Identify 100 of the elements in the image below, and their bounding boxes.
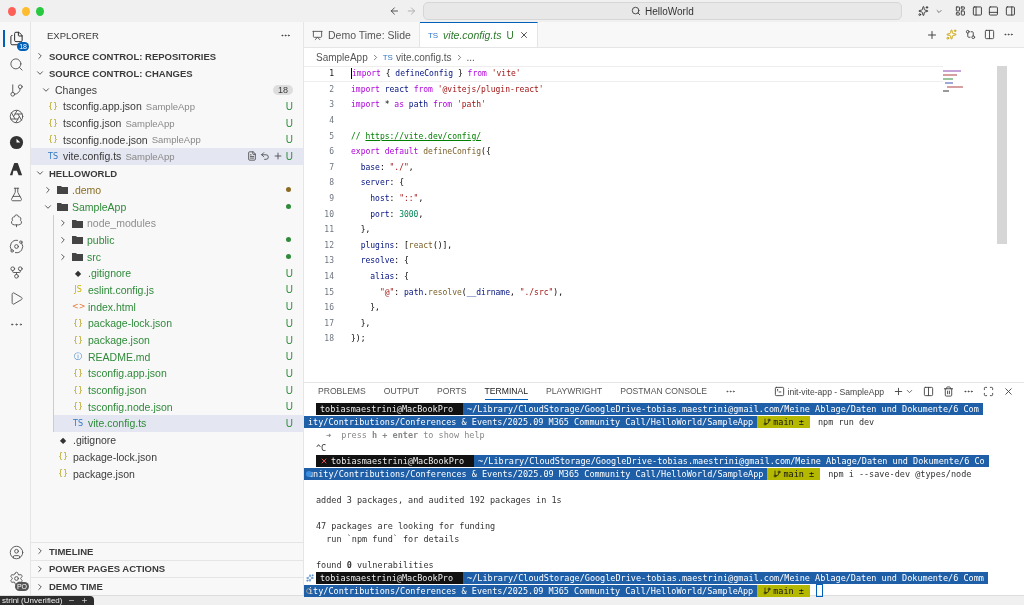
file-item[interactable]: <> index.html U	[54, 298, 303, 315]
chevron-right-icon	[58, 251, 68, 262]
git-status: U	[285, 351, 293, 363]
file-item[interactable]: ◆ .gitignore	[31, 431, 303, 449]
orbit-icon	[8, 239, 24, 254]
flask-icon	[8, 187, 24, 202]
folder-item[interactable]: .demo	[31, 181, 303, 199]
stage-icon[interactable]	[272, 151, 283, 162]
file-item[interactable]: {} tsconfig.node.json U	[54, 398, 303, 416]
close-window-button[interactable]	[8, 6, 17, 16]
change-item[interactable]: TS vite.config.ts SampleApp U	[31, 148, 303, 165]
file-name: tsconfig.node.json	[63, 133, 148, 146]
line-number: 8	[328, 178, 334, 188]
file-type-icon: TS	[427, 30, 439, 40]
folder-item[interactable]: src	[54, 248, 303, 265]
section-header[interactable]: DEMO TIME	[31, 578, 303, 595]
search-icon	[8, 57, 24, 72]
open-file-icon[interactable]	[246, 151, 257, 162]
compare-icon[interactable]	[965, 29, 976, 40]
branch-name: main ±	[773, 585, 804, 596]
chevron-down-icon[interactable]	[905, 387, 914, 396]
split-editor-icon[interactable]	[984, 29, 995, 40]
section-title: DEMO TIME	[49, 581, 103, 593]
panel-tab[interactable]: POSTMAN CONSOLE	[620, 383, 708, 400]
file-type-icon: {}	[47, 118, 59, 128]
close-icon[interactable]	[518, 30, 529, 40]
file-name: .demo	[72, 183, 102, 196]
section-header[interactable]: SOURCE CONTROL: CHANGES	[31, 64, 303, 82]
branch-name: main ±	[773, 416, 804, 427]
chevron-right-icon	[35, 581, 45, 592]
file-item[interactable]: {} package-lock.json U	[54, 315, 303, 332]
discard-icon[interactable]	[259, 151, 270, 162]
file-name: package.json	[88, 334, 150, 347]
folder-icon	[57, 185, 68, 195]
panel-right-icon[interactable]	[1005, 5, 1016, 17]
folder-item[interactable]: SampleApp	[31, 198, 303, 215]
file-type-icon: {}	[72, 318, 84, 328]
layout-icon[interactable]	[954, 5, 966, 17]
breadcrumb-item[interactable]: vite.config.ts	[395, 51, 452, 63]
file-item[interactable]: {} tsconfig.app.json U	[54, 365, 303, 382]
plus-icon[interactable]	[81, 597, 89, 604]
chevron-right-icon	[43, 184, 53, 195]
search-field[interactable]: HelloWorld	[422, 2, 902, 20]
prompt-path: ~/Library/CloudStorage/GoogleDrive-tobias.maestrini@gmail.com/Meine Ablage/Daten und Dokumente/6 Com	[463, 402, 983, 415]
dial-icon	[8, 135, 24, 150]
terminal-name[interactable]: init-vite-app - SampleApp	[787, 386, 884, 397]
section-header[interactable]: TIMELINE	[31, 542, 303, 560]
breadcrumb-item[interactable]: SampleApp	[316, 51, 368, 63]
change-item[interactable]: {} tsconfig.json SampleApp U	[31, 114, 303, 132]
scrollbar-thumb[interactable]	[997, 66, 1007, 244]
maximize-icon[interactable]	[983, 386, 994, 397]
terminal-command: npm i --save-dev @types/node	[828, 468, 972, 479]
file-item[interactable]: {} package.json U	[54, 331, 303, 349]
editor-tab[interactable]: TS vite.config.ts U	[419, 22, 538, 47]
change-item[interactable]: {} tsconfig.node.json SampleApp U	[31, 131, 303, 149]
file-type-icon: {}	[47, 101, 59, 111]
file-item[interactable]: ◆ .gitignore U	[54, 264, 303, 282]
file-item[interactable]: {} tsconfig.json U	[54, 381, 303, 399]
section-header[interactable]: SOURCE CONTROL: REPOSITORIES	[31, 48, 303, 65]
close-icon[interactable]	[1003, 386, 1014, 397]
back-icon[interactable]	[389, 5, 401, 17]
code-text: // https://vite.dev/config/	[351, 131, 482, 141]
plus-icon[interactable]	[893, 386, 904, 397]
chevron-right-icon	[58, 218, 68, 229]
breadcrumb-item[interactable]: ...	[466, 51, 475, 63]
panel-tab[interactable]: PLAYWRIGHT	[546, 383, 603, 400]
file-item[interactable]: {} package.json	[31, 465, 303, 482]
file-item[interactable]: TS vite.config.ts U	[54, 415, 303, 432]
sparkle-icon[interactable]	[917, 5, 929, 17]
prompt-path: ity/Contributions/Conferences & Events/2025.09 M365 Community Call/HelloWorld/SampleApp	[304, 415, 758, 428]
code-text: },	[369, 303, 380, 313]
trash-icon[interactable]	[943, 386, 954, 397]
section-header[interactable]: HELLOWORLD	[31, 164, 303, 182]
changes-group[interactable]: Changes 18	[31, 81, 303, 99]
terminal-hint: ➜ press h + enter to show help	[326, 429, 485, 440]
file-item[interactable]: {} package-lock.json	[31, 448, 303, 466]
section-header[interactable]: POWER PAGES ACTIONS	[31, 560, 303, 578]
editor-tab[interactable]: Demo Time: Slide	[304, 22, 420, 47]
code-text: "@": path.resolve(__dirname, "./src"),	[378, 287, 563, 297]
file-type-icon: TS	[382, 52, 393, 62]
git-status: U	[285, 384, 293, 396]
source-control-icon	[8, 83, 24, 98]
code-text: import * as path from 'path'	[351, 100, 486, 110]
panel-tab[interactable]: PORTS	[437, 383, 467, 400]
sidebar-title: EXPLORER	[47, 29, 99, 41]
file-item[interactable]: JS eslint.config.js U	[54, 281, 303, 299]
chevron-right-icon	[35, 563, 45, 574]
change-item[interactable]: {} tsconfig.app.json SampleApp U	[31, 98, 303, 115]
split-terminal-icon[interactable]	[923, 386, 934, 397]
panel-tab[interactable]: PROBLEMS	[318, 383, 366, 400]
plus-icon[interactable]	[926, 28, 938, 41]
minus-icon[interactable]	[68, 597, 76, 604]
file-item[interactable]: ⓘ README.md U	[54, 348, 303, 366]
panel-left-icon[interactable]	[971, 5, 983, 17]
file-name: node_modules	[87, 217, 156, 230]
panel-tab[interactable]: OUTPUT	[383, 383, 420, 400]
folder-item[interactable]: public	[54, 231, 303, 249]
prompt-path: ~/Library/CloudStorage/GoogleDrive-tobias.maestrini@gmail.com/Meine Ablage/Daten und Dokumente/6 Comm	[463, 571, 988, 584]
panel-bottom-icon[interactable]	[988, 5, 1000, 17]
panel-tab[interactable]: TERMINAL	[484, 383, 528, 400]
